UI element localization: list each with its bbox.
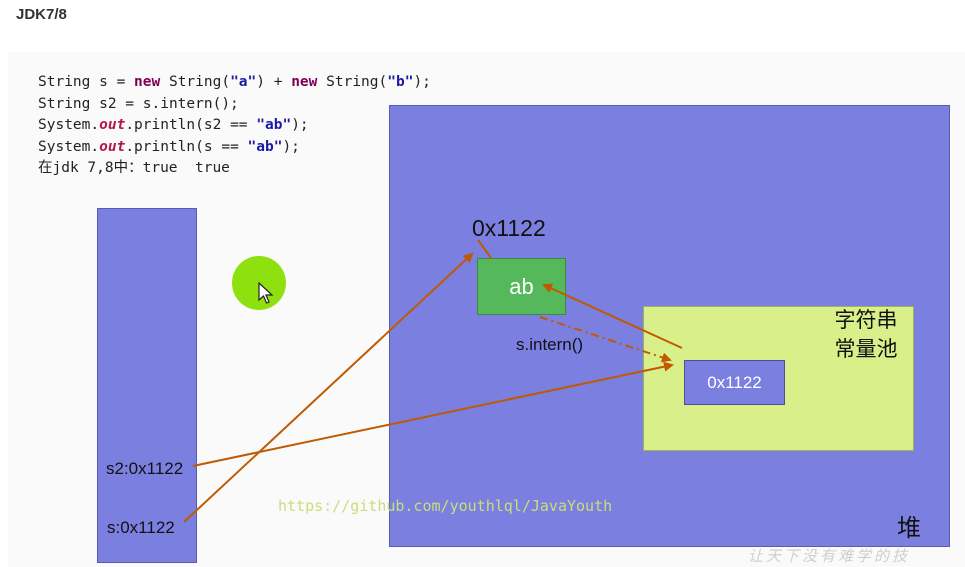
arrow-pool-to-heap-object — [542, 283, 683, 349]
dashed-intern-arrow — [539, 316, 672, 363]
reference-arrows — [183, 239, 683, 523]
arrow-s-to-heap-object — [183, 252, 474, 523]
address-tick-line — [477, 239, 492, 259]
arrow-s2-to-pool-entry — [192, 361, 674, 467]
mouse-pointer-icon — [258, 281, 274, 304]
